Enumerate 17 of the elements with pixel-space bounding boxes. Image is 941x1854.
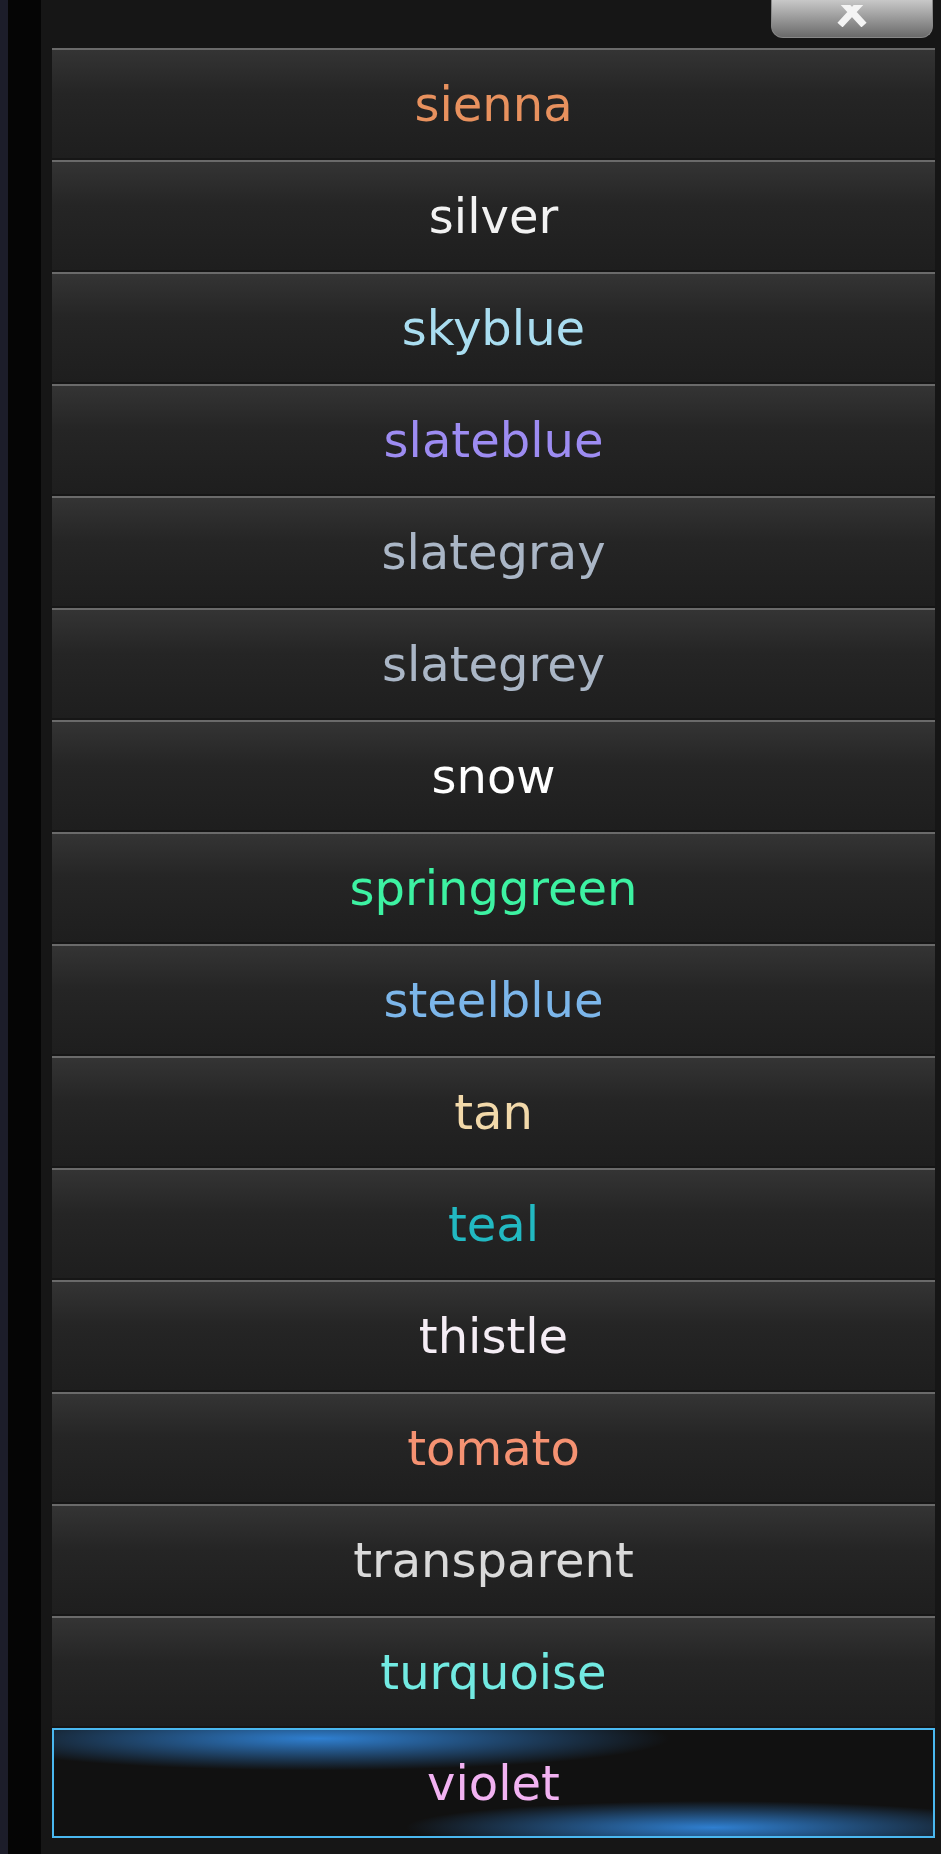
color-list-item[interactable]: slateblue	[52, 384, 935, 494]
color-list-item[interactable]: skyblue	[52, 272, 935, 382]
color-list-item[interactable]: slategray	[52, 496, 935, 606]
close-button[interactable]	[771, 0, 933, 38]
color-list-item[interactable]: springgreen	[52, 832, 935, 942]
color-list-item[interactable]: silver	[52, 160, 935, 270]
color-list-item[interactable]: steelblue	[52, 944, 935, 1054]
color-list-item[interactable]: tan	[52, 1056, 935, 1166]
color-list-item[interactable]: slategrey	[52, 608, 935, 718]
color-list-item[interactable]: snow	[52, 720, 935, 830]
color-list-item[interactable]: violet	[52, 1728, 935, 1838]
color-list-item[interactable]: thistle	[52, 1280, 935, 1390]
color-list-item[interactable]: transparent	[52, 1504, 935, 1614]
color-list-item[interactable]: tomato	[52, 1392, 935, 1502]
color-list-item[interactable]: teal	[52, 1168, 935, 1278]
color-list-item[interactable]: turquoise	[52, 1616, 935, 1726]
color-list-item[interactable]: sienna	[52, 48, 935, 158]
